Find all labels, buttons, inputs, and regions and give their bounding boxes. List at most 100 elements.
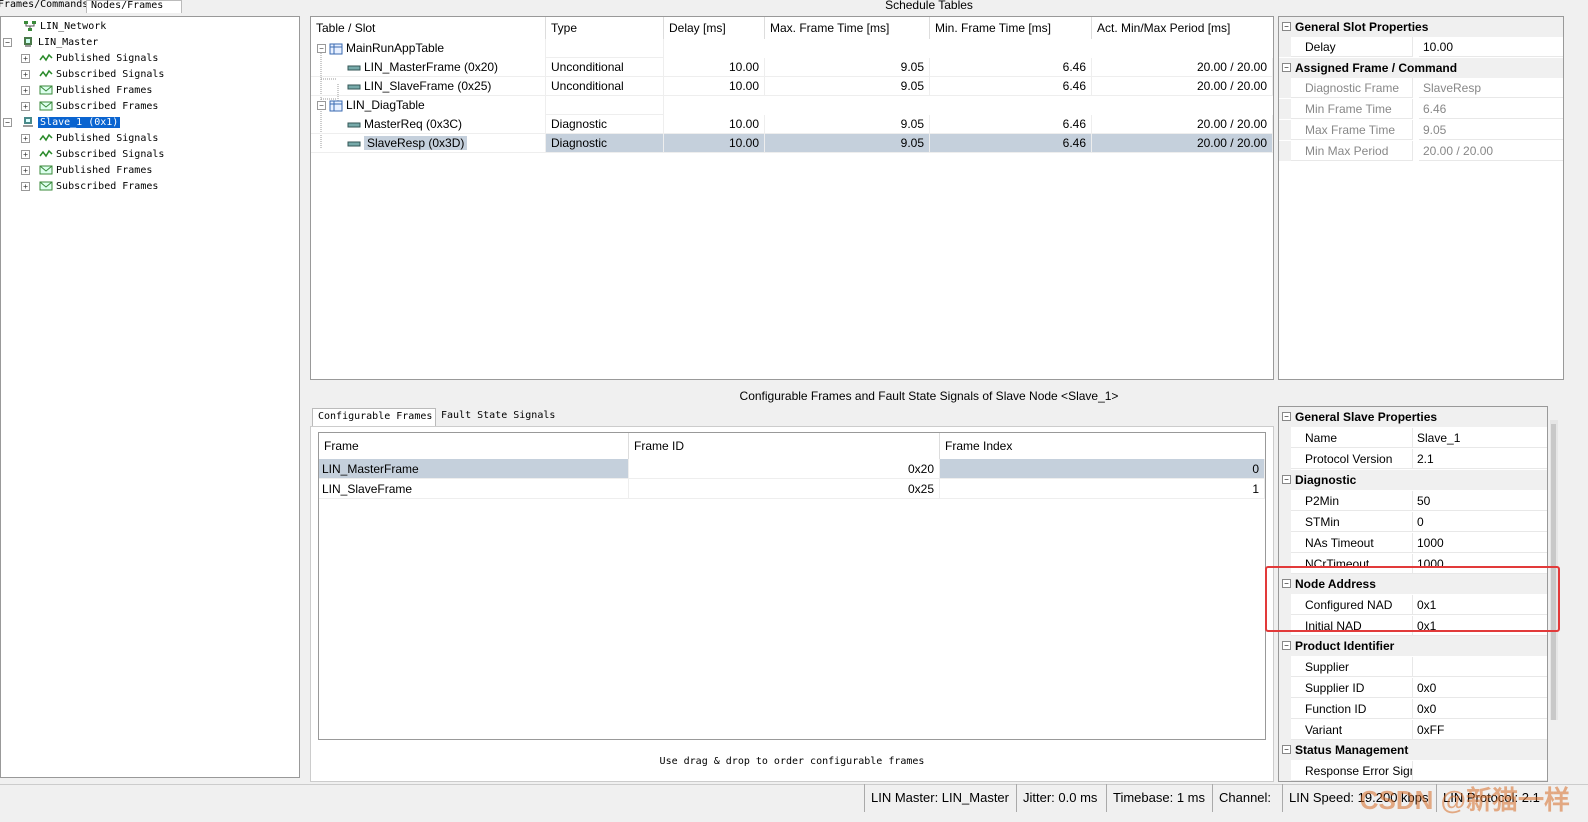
configurable-frames-table[interactable]: Frame Frame ID Frame Index LIN_MasterFra… xyxy=(318,432,1266,740)
col-header-frame-index[interactable]: Frame Index xyxy=(940,433,1265,459)
schedule-table[interactable]: Table / Slot Type Delay [ms] Max. Frame … xyxy=(310,16,1274,380)
collapse-icon[interactable]: − xyxy=(1282,412,1291,421)
expand-icon[interactable]: + xyxy=(21,69,30,79)
category-status-management[interactable]: − Status Management xyxy=(1279,740,1547,760)
col-header-frame-id[interactable]: Frame ID xyxy=(629,433,940,459)
tree-item-published-frames[interactable]: + Published Frames xyxy=(21,163,152,178)
tree-item-slave-1[interactable]: − Slave_1 (0x1) xyxy=(3,115,121,130)
status-lin-master: LIN Master: LIN_Master xyxy=(864,784,1015,812)
tree-item-published-frames[interactable]: + Published Frames xyxy=(21,83,152,98)
col-header-frame[interactable]: Frame xyxy=(319,433,629,459)
table-row[interactable]: − MainRunAppTable xyxy=(311,39,1273,58)
frame-slot-icon xyxy=(347,122,361,128)
col-header-period[interactable]: Act. Min/Max Period [ms] xyxy=(1092,17,1273,39)
property-stmin[interactable]: STMin 0 xyxy=(1279,512,1547,532)
collapse-icon[interactable]: − xyxy=(1282,641,1291,650)
tree-item-lin-master[interactable]: − LIN_Master xyxy=(3,35,98,50)
category-diagnostic[interactable]: − Diagnostic xyxy=(1279,470,1547,490)
table-row[interactable]: − LIN_DiagTable xyxy=(311,96,1273,115)
node-tree[interactable]: LIN_Network − LIN_Master + Published Sig… xyxy=(0,16,300,778)
property-protocol-version[interactable]: Protocol Version 2.1 xyxy=(1279,449,1547,469)
col-header-type[interactable]: Type xyxy=(546,17,664,39)
col-header-min-frame-time[interactable]: Min. Frame Time [ms] xyxy=(930,17,1092,39)
category-general-slave[interactable]: − General Slave Properties xyxy=(1279,407,1547,427)
property-response-error-signal[interactable]: Response Error Sign xyxy=(1279,761,1547,781)
category-general-slot[interactable]: − General Slot Properties xyxy=(1279,17,1563,37)
status-channel: Channel: xyxy=(1212,784,1277,812)
property-min-max-period: Min Max Period 20.00 / 20.00 xyxy=(1279,141,1563,161)
expand-icon[interactable]: + xyxy=(21,53,30,63)
tree-item-published-signals[interactable]: + Published Signals xyxy=(21,51,158,66)
slave-node-icon xyxy=(23,117,34,127)
expand-icon[interactable]: + xyxy=(21,85,30,95)
slot-property-grid[interactable]: − General Slot Properties Delay 10.00 − As… xyxy=(1278,16,1564,380)
schedule-table-icon xyxy=(329,100,343,112)
collapse-icon[interactable]: − xyxy=(317,44,326,54)
expand-icon[interactable]: + xyxy=(21,133,30,143)
frame-icon xyxy=(39,101,53,111)
collapse-icon[interactable]: − xyxy=(1282,63,1291,72)
tree-item-subscribed-frames[interactable]: + Subscribed Frames xyxy=(21,179,158,194)
frame-icon xyxy=(39,165,53,175)
property-min-frame-time: Min Frame Time 6.46 xyxy=(1279,99,1563,119)
master-node-icon xyxy=(24,37,33,47)
frame-icon xyxy=(39,85,53,95)
frame-slot-icon xyxy=(347,141,361,147)
tab-frames-commands[interactable]: Frames/Commands xyxy=(0,0,92,12)
table-row-selected[interactable]: LIN_MasterFrame 0x20 0 xyxy=(319,459,1265,479)
property-nas-timeout[interactable]: NAs Timeout 1000 xyxy=(1279,533,1547,553)
annotation-highlight-box xyxy=(1265,566,1560,632)
schedule-tables-title: Schedule Tables xyxy=(885,0,973,12)
col-header-delay[interactable]: Delay [ms] xyxy=(664,17,765,39)
collapse-icon[interactable]: − xyxy=(1282,745,1291,754)
table-row[interactable]: MasterReq (0x3C) Diagnostic 10.00 9.05 6… xyxy=(311,115,1273,134)
tab-nodes-frames[interactable]: Nodes/Frames xyxy=(86,0,182,13)
table-row-selected[interactable]: SlaveResp (0x3D) Diagnostic 10.00 9.05 6… xyxy=(311,134,1273,153)
left-tab-strip: Frames/Commands Nodes/Frames xyxy=(0,0,300,13)
property-delay[interactable]: Delay 10.00 xyxy=(1279,37,1563,57)
signal-icon xyxy=(39,149,53,158)
property-supplier-id[interactable]: Supplier ID 0x0 xyxy=(1279,678,1547,698)
signal-icon xyxy=(39,133,53,142)
tree-item-subscribed-signals[interactable]: + Subscribed Signals xyxy=(21,67,164,82)
schedule-table-icon xyxy=(329,43,343,55)
watermark: CSDN @新猫一样 xyxy=(1359,785,1570,815)
tree-item-network[interactable]: LIN_Network xyxy=(5,19,106,34)
tree-item-published-signals[interactable]: + Published Signals xyxy=(21,131,158,146)
property-max-frame-time: Max Frame Time 9.05 xyxy=(1279,120,1563,140)
property-name[interactable]: Name Slave_1 xyxy=(1279,428,1547,448)
table-row[interactable]: LIN_SlaveFrame 0x25 1 xyxy=(319,479,1265,499)
collapse-icon[interactable]: − xyxy=(3,117,12,127)
property-variant[interactable]: Variant 0xFF xyxy=(1279,720,1547,740)
signal-icon xyxy=(39,69,53,78)
delay-value[interactable]: 10.00 xyxy=(1419,37,1563,57)
tab-configurable-frames[interactable]: Configurable Frames xyxy=(312,408,436,426)
category-product-identifier[interactable]: − Product Identifier xyxy=(1279,636,1547,656)
collapse-icon[interactable]: − xyxy=(1282,475,1291,484)
tab-fault-state-signals[interactable]: Fault State Signals xyxy=(436,408,556,426)
drag-drop-hint: Use drag & drop to order configurable fr… xyxy=(659,756,925,767)
col-header-table-slot[interactable]: Table / Slot xyxy=(311,17,546,39)
tree-item-subscribed-frames[interactable]: + Subscribed Frames xyxy=(21,99,158,114)
category-assigned-frame[interactable]: − Assigned Frame / Command xyxy=(1279,58,1563,78)
table-row[interactable]: LIN_SlaveFrame (0x25) Unconditional 10.0… xyxy=(311,77,1273,96)
property-supplier[interactable]: Supplier xyxy=(1279,657,1547,677)
property-p2min[interactable]: P2Min 50 xyxy=(1279,491,1547,511)
collapse-icon[interactable]: − xyxy=(1282,22,1291,31)
frame-slot-icon xyxy=(347,65,361,71)
expand-icon[interactable]: + xyxy=(21,101,30,111)
property-diagnostic-frame: Diagnostic Frame SlaveResp xyxy=(1279,78,1563,98)
expand-icon[interactable]: + xyxy=(21,181,30,191)
expand-icon[interactable]: + xyxy=(21,149,30,159)
status-timebase: Timebase: 1 ms xyxy=(1106,784,1211,812)
frame-slot-icon xyxy=(347,84,361,90)
property-function-id[interactable]: Function ID 0x0 xyxy=(1279,699,1547,719)
col-header-max-frame-time[interactable]: Max. Frame Time [ms] xyxy=(765,17,930,39)
signal-icon xyxy=(39,53,53,62)
tree-item-subscribed-signals[interactable]: + Subscribed Signals xyxy=(21,147,164,162)
frame-icon xyxy=(39,181,53,191)
collapse-icon[interactable]: − xyxy=(3,37,12,47)
table-row[interactable]: LIN_MasterFrame (0x20) Unconditional 10.… xyxy=(311,58,1273,77)
collapse-icon[interactable]: − xyxy=(317,101,326,111)
expand-icon[interactable]: + xyxy=(21,165,30,175)
